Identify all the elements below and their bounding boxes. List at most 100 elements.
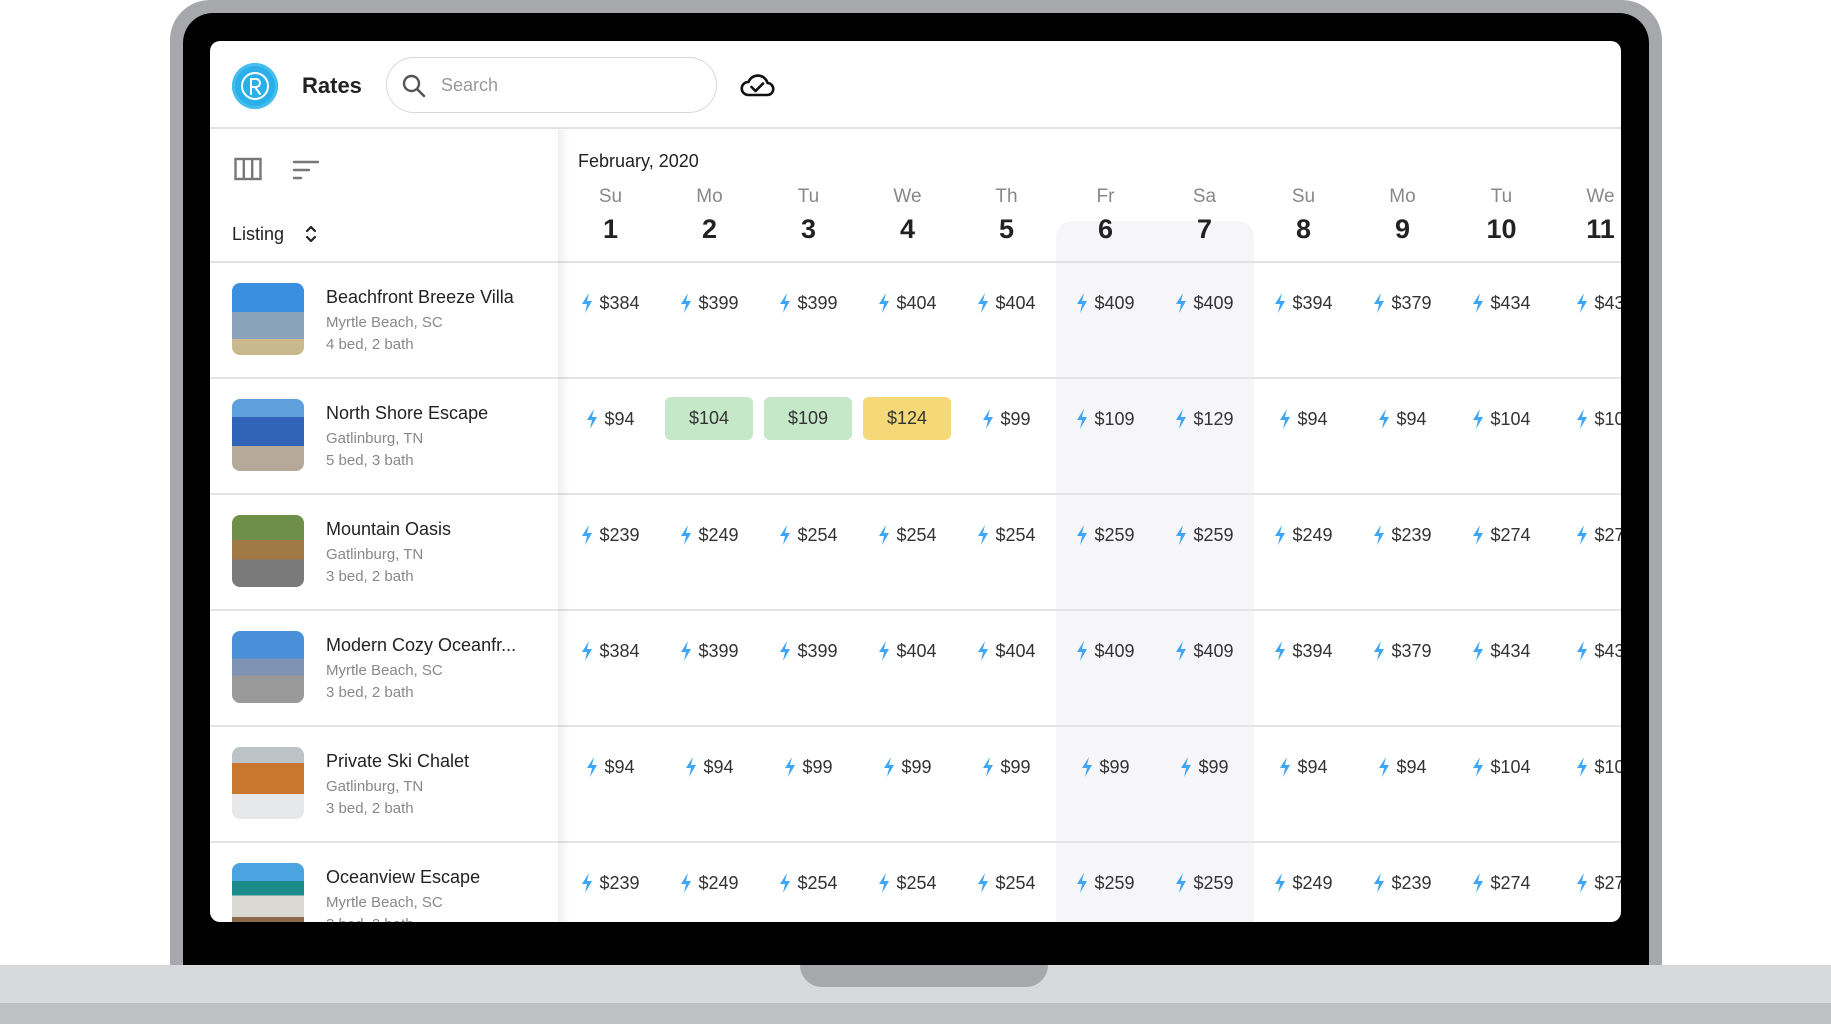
rate-cell[interactable]: $254 <box>759 861 858 905</box>
listing-thumbnail[interactable] <box>232 515 304 587</box>
rate-cell[interactable]: $399 <box>660 281 759 325</box>
rate-cell[interactable]: $109 <box>1056 397 1155 441</box>
rate-cell[interactable]: $259 <box>1056 861 1155 905</box>
listing-name[interactable]: North Shore Escape <box>326 403 488 424</box>
rate-cell[interactable]: $409 <box>1155 629 1254 673</box>
rate-cell[interactable]: $404 <box>957 281 1056 325</box>
rate-cell[interactable]: $254 <box>858 861 957 905</box>
rate-cell[interactable]: $239 <box>561 513 660 557</box>
listing-thumbnail[interactable] <box>232 631 304 703</box>
rate-cell[interactable]: $404 <box>858 281 957 325</box>
listing-thumbnail[interactable] <box>232 747 304 819</box>
day-column-header[interactable]: We 11 <box>1551 183 1621 247</box>
day-column-header[interactable]: Fr 6 <box>1056 183 1155 247</box>
day-column-header[interactable]: Tu 3 <box>759 183 858 247</box>
listing-row[interactable]: Oceanview Escape Myrtle Beach, SC 3 bed, 2… <box>210 843 1621 922</box>
listing-thumbnail[interactable] <box>232 283 304 355</box>
listing-row[interactable]: Mountain Oasis Gatlinburg, TN 3 bed, 2 bat… <box>210 495 1621 611</box>
rate-cell[interactable]: $394 <box>1254 281 1353 325</box>
rate-cell[interactable]: $94 <box>1254 745 1353 789</box>
rate-cell[interactable]: $27 <box>1551 861 1621 905</box>
listing-row[interactable]: Beachfront Breeze Villa Myrtle Beach, SC 4… <box>210 263 1621 379</box>
day-column-header[interactable]: Su 1 <box>561 183 660 247</box>
rate-cell[interactable]: $239 <box>561 861 660 905</box>
rate-cell[interactable]: $394 <box>1254 629 1353 673</box>
rate-cell[interactable]: $99 <box>858 745 957 789</box>
rate-cell[interactable]: $239 <box>1353 513 1452 557</box>
day-column-header[interactable]: Mo 2 <box>660 183 759 247</box>
rate-cell[interactable]: $384 <box>561 629 660 673</box>
rate-cell[interactable]: $94 <box>1254 397 1353 441</box>
rate-pill-yellow[interactable]: $124 <box>863 397 951 440</box>
cloud-check-icon[interactable] <box>738 69 776 101</box>
rate-cell[interactable]: $254 <box>759 513 858 557</box>
rate-cell[interactable]: $94 <box>660 745 759 789</box>
rate-cell[interactable]: $10 <box>1551 397 1621 441</box>
listing-thumbnail[interactable] <box>232 399 304 471</box>
rate-cell[interactable]: $99 <box>957 397 1056 441</box>
rate-cell[interactable]: $399 <box>660 629 759 673</box>
rate-cell[interactable]: $399 <box>759 281 858 325</box>
rate-cell[interactable]: $379 <box>1353 629 1452 673</box>
listing-row[interactable]: Modern Cozy Oceanfr... Myrtle Beach, SC 3 … <box>210 611 1621 727</box>
sort-updown-icon[interactable] <box>304 222 318 251</box>
rate-cell[interactable]: $404 <box>858 629 957 673</box>
listing-row[interactable]: North Shore Escape Gatlinburg, TN 5 bed, 3… <box>210 379 1621 495</box>
rate-cell[interactable]: $99 <box>759 745 858 789</box>
listing-name[interactable]: Private Ski Chalet <box>326 751 469 772</box>
sort-lines-icon[interactable] <box>292 159 320 186</box>
day-column-header[interactable]: Su 8 <box>1254 183 1353 247</box>
listing-name[interactable]: Beachfront Breeze Villa <box>326 287 514 308</box>
rate-cell[interactable]: $99 <box>957 745 1056 789</box>
rate-cell[interactable]: $43 <box>1551 629 1621 673</box>
day-column-header[interactable]: Th 5 <box>957 183 1056 247</box>
rate-cell[interactable]: $254 <box>957 513 1056 557</box>
day-column-header[interactable]: Sa 7 <box>1155 183 1254 247</box>
listing-row[interactable]: Private Ski Chalet Gatlinburg, TN 3 bed, 2… <box>210 727 1621 843</box>
listing-name[interactable]: Oceanview Escape <box>326 867 480 888</box>
rate-cell[interactable]: $99 <box>1155 745 1254 789</box>
rate-cell[interactable]: $249 <box>1254 513 1353 557</box>
rate-cell[interactable]: $43 <box>1551 281 1621 325</box>
rate-cell[interactable]: $94 <box>561 397 660 441</box>
rate-cell[interactable]: $274 <box>1452 513 1551 557</box>
rate-cell[interactable]: $99 <box>1056 745 1155 789</box>
rate-cell[interactable]: $27 <box>1551 513 1621 557</box>
rate-cell[interactable]: $94 <box>1353 397 1452 441</box>
search-box[interactable] <box>386 57 717 113</box>
columns-icon[interactable] <box>234 157 262 186</box>
rate-cell[interactable]: $379 <box>1353 281 1452 325</box>
day-column-header[interactable]: We 4 <box>858 183 957 247</box>
rate-cell[interactable]: $409 <box>1155 281 1254 325</box>
rate-cell[interactable]: $94 <box>561 745 660 789</box>
rate-cell[interactable]: $94 <box>1353 745 1452 789</box>
rate-cell[interactable]: $409 <box>1056 281 1155 325</box>
rate-cell[interactable]: $104 <box>1452 397 1551 441</box>
rate-cell[interactable]: $259 <box>1056 513 1155 557</box>
rate-cell[interactable]: $434 <box>1452 629 1551 673</box>
app-logo[interactable] <box>232 63 278 109</box>
rate-cell[interactable]: $274 <box>1452 861 1551 905</box>
rate-cell[interactable]: $104 <box>1452 745 1551 789</box>
rate-cell[interactable]: $129 <box>1155 397 1254 441</box>
rate-cell[interactable]: $249 <box>660 861 759 905</box>
rate-cell[interactable]: $10 <box>1551 745 1621 789</box>
listing-sort-label[interactable]: Listing <box>232 224 284 245</box>
rate-cell[interactable]: $259 <box>1155 861 1254 905</box>
day-column-header[interactable]: Mo 9 <box>1353 183 1452 247</box>
rate-cell[interactable]: $254 <box>858 513 957 557</box>
rate-pill-green[interactable]: $109 <box>764 397 852 440</box>
rate-cell[interactable]: $249 <box>1254 861 1353 905</box>
day-column-header[interactable]: Tu 10 <box>1452 183 1551 247</box>
rate-cell[interactable]: $409 <box>1056 629 1155 673</box>
rate-cell[interactable]: $249 <box>660 513 759 557</box>
rate-cell[interactable]: $254 <box>957 861 1056 905</box>
listing-name[interactable]: Mountain Oasis <box>326 519 451 540</box>
rate-cell[interactable]: $434 <box>1452 281 1551 325</box>
search-input[interactable] <box>441 70 701 100</box>
rate-cell[interactable]: $259 <box>1155 513 1254 557</box>
rate-cell[interactable]: $384 <box>561 281 660 325</box>
listing-name[interactable]: Modern Cozy Oceanfr... <box>326 635 516 656</box>
rate-pill-green[interactable]: $104 <box>665 397 753 440</box>
rate-cell[interactable]: $404 <box>957 629 1056 673</box>
